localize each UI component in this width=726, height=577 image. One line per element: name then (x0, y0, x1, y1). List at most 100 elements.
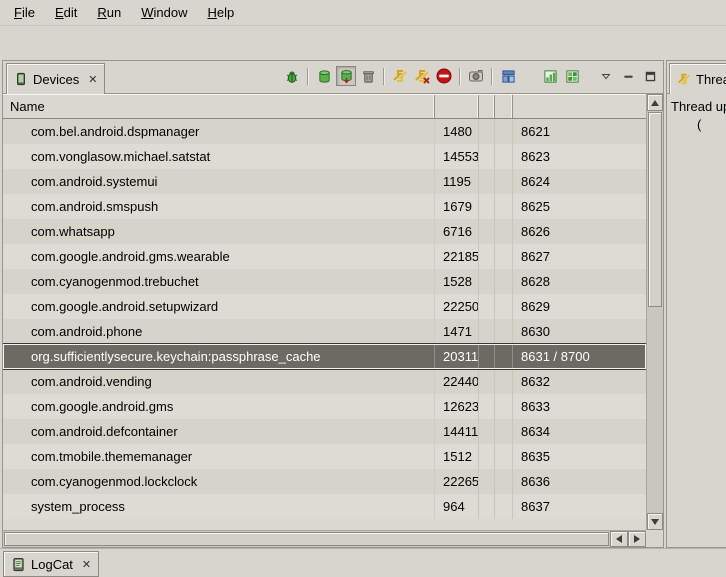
process-col-a (479, 194, 495, 219)
maximize-icon[interactable] (640, 66, 660, 86)
vertical-scrollbar[interactable] (646, 94, 663, 530)
stop-process-icon[interactable] (434, 66, 454, 86)
devices-pane-header: Devices ✕ (3, 61, 663, 94)
table-row[interactable]: system_process 964 8637 (3, 494, 646, 519)
horizontal-scroll-thumb[interactable] (4, 532, 609, 546)
table-row[interactable]: com.whatsapp 6716 8626 (3, 219, 646, 244)
scroll-down-button[interactable] (647, 513, 663, 530)
pixel-grid-icon[interactable] (562, 66, 582, 86)
start-method-profiling-icon[interactable] (412, 66, 432, 86)
menu-edit[interactable]: Edit (45, 2, 87, 23)
process-pid: 1480 (435, 119, 479, 144)
process-rows: com.bel.android.dspmanager 1480 8621 com… (3, 119, 646, 530)
threads-icon (677, 72, 691, 86)
cause-gc-icon[interactable] (358, 66, 378, 86)
process-name: com.cyanogenmod.lockclock (3, 469, 435, 494)
table-row[interactable]: com.android.defcontainer 14411 8634 (3, 419, 646, 444)
column-header-name[interactable]: Name (3, 95, 435, 118)
menu-window[interactable]: Window (131, 2, 197, 23)
process-name: com.tmobile.thememanager (3, 444, 435, 469)
menu-help[interactable]: Help (197, 2, 244, 23)
process-pid: 22185 (435, 244, 479, 269)
process-col-a (479, 169, 495, 194)
process-col-a (479, 419, 495, 444)
devices-pane: Devices ✕ (2, 60, 664, 548)
threads-message-line2: ( (671, 116, 726, 134)
process-col-a (479, 144, 495, 169)
process-col-a (479, 119, 495, 144)
process-col-b (495, 494, 513, 519)
process-port: 8629 (513, 294, 646, 319)
table-row[interactable]: com.android.vending 22440 8632 (3, 369, 646, 394)
process-port: 8633 (513, 394, 646, 419)
menu-run[interactable]: Run (87, 2, 131, 23)
process-port: 8621 (513, 119, 646, 144)
close-icon[interactable]: ✕ (88, 73, 97, 86)
view-menu-icon[interactable] (596, 66, 616, 86)
screen-capture-icon[interactable] (466, 66, 486, 86)
minimize-icon[interactable] (618, 66, 638, 86)
update-heap-icon[interactable] (314, 66, 334, 86)
process-name: com.vonglasow.michael.satstat (3, 144, 435, 169)
process-pid: 6716 (435, 219, 479, 244)
arrow-left-icon (616, 535, 622, 543)
scroll-left-button[interactable] (610, 531, 628, 547)
vertical-scroll-thumb[interactable] (648, 112, 662, 307)
process-col-b (495, 444, 513, 469)
process-port: 8636 (513, 469, 646, 494)
threads-pane: Threads Thread up ( (666, 60, 726, 548)
arrow-right-icon (634, 535, 640, 543)
debug-process-icon[interactable] (282, 66, 302, 86)
process-col-b (495, 269, 513, 294)
dump-hprof-icon[interactable] (336, 66, 356, 86)
table-row[interactable]: com.tmobile.thememanager 1512 8635 (3, 444, 646, 469)
process-pid: 14553 (435, 144, 479, 169)
table-row[interactable]: org.sufficientlysecure.keychain:passphra… (3, 344, 646, 369)
process-port: 8630 (513, 319, 646, 344)
process-col-b (495, 119, 513, 144)
process-name: com.whatsapp (3, 219, 435, 244)
table-row[interactable]: com.google.android.setupwizard 22250 862… (3, 294, 646, 319)
process-port: 8634 (513, 419, 646, 444)
tab-threads-label: Threads (696, 72, 726, 87)
process-table-header: Name (3, 94, 646, 119)
table-row[interactable]: com.vonglasow.michael.satstat 14553 8623 (3, 144, 646, 169)
process-col-a (479, 269, 495, 294)
horizontal-scrollbar[interactable] (3, 530, 646, 547)
process-name: com.android.systemui (3, 169, 435, 194)
update-threads-icon[interactable] (390, 66, 410, 86)
table-row[interactable]: com.bel.android.dspmanager 1480 8621 (3, 119, 646, 144)
tab-devices[interactable]: Devices ✕ (6, 63, 105, 94)
column-header-a[interactable] (479, 95, 495, 118)
threads-message-line1: Thread up (671, 98, 726, 116)
dump-view-hierarchy-icon[interactable] (498, 66, 518, 86)
scrollbar-corner (646, 530, 663, 547)
process-col-b (495, 169, 513, 194)
column-header-port[interactable] (513, 95, 646, 118)
table-row[interactable]: com.android.smspush 1679 8625 (3, 194, 646, 219)
threads-pane-header: Threads (667, 61, 726, 94)
process-col-b (495, 219, 513, 244)
table-row[interactable]: com.android.systemui 1195 8624 (3, 169, 646, 194)
process-port: 8626 (513, 219, 646, 244)
tab-threads[interactable]: Threads (669, 63, 726, 94)
menu-file[interactable]: File (4, 2, 45, 23)
close-icon[interactable]: ✕ (82, 558, 91, 571)
process-port: 8623 (513, 144, 646, 169)
process-name: com.cyanogenmod.trebuchet (3, 269, 435, 294)
table-row[interactable]: com.cyanogenmod.trebuchet 1528 8628 (3, 269, 646, 294)
capture-system-info-icon[interactable] (540, 66, 560, 86)
process-col-a (479, 319, 495, 344)
toolbar-separator (459, 68, 461, 85)
table-row[interactable]: com.android.phone 1471 8630 (3, 319, 646, 344)
table-row[interactable]: com.google.android.gms 12623 8633 (3, 394, 646, 419)
column-header-b[interactable] (495, 95, 513, 118)
scroll-up-button[interactable] (647, 94, 663, 111)
table-row[interactable]: com.google.android.gms.wearable 22185 86… (3, 244, 646, 269)
table-row[interactable]: com.cyanogenmod.lockclock 22265 8636 (3, 469, 646, 494)
process-name: com.bel.android.dspmanager (3, 119, 435, 144)
column-header-pid[interactable] (435, 95, 479, 118)
tab-logcat[interactable]: LogCat ✕ (3, 551, 99, 577)
scroll-right-button[interactable] (628, 531, 646, 547)
process-port: 8632 (513, 369, 646, 394)
